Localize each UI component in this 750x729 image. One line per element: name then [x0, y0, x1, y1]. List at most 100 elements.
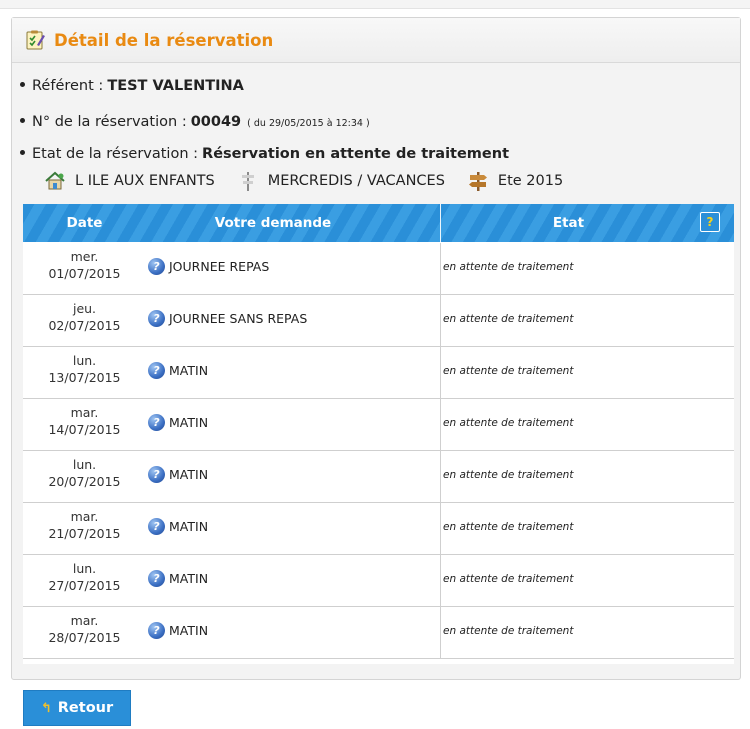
cell-date: mer. 01/07/2015: [23, 248, 146, 282]
bullet: [20, 150, 25, 155]
info-etat: Etat de la réservation : Réservation en …: [20, 146, 509, 162]
back-button-label: Retour: [57, 700, 114, 716]
info-question-icon[interactable]: ?: [148, 310, 165, 327]
date-label: 20/07/2015: [48, 474, 121, 489]
demande-label: MATIN: [169, 623, 209, 638]
header-demande: Votre demande: [214, 215, 332, 231]
header-etat: Etat: [552, 215, 585, 231]
day-label: mar.: [70, 405, 99, 420]
cell-date: lun. 13/07/2015: [23, 352, 146, 386]
cell-demande: ? MATIN: [148, 622, 208, 639]
date-label: 02/07/2015: [48, 318, 121, 333]
info-numero: N° de la réservation : 00049 ( du 29/05/…: [20, 114, 370, 130]
table-row: lun. 20/07/2015? MATIN en attente de traite…: [23, 451, 734, 503]
help-button[interactable]: ?: [700, 212, 720, 232]
column-separator: [440, 243, 441, 294]
column-separator: [440, 607, 441, 658]
demande-label: MATIN: [169, 467, 209, 482]
panel-title: Détail de la réservation: [54, 30, 274, 50]
info-question-icon[interactable]: ?: [148, 466, 165, 483]
cell-etat: en attente de traitement: [443, 313, 574, 325]
referent-value: TEST VALENTINA: [107, 78, 244, 94]
cell-etat: en attente de traitement: [443, 521, 574, 533]
referent-label: Référent :: [32, 78, 104, 94]
date-label: 21/07/2015: [48, 526, 121, 541]
table-row: lun. 27/07/2015? MATIN en attente de traite…: [23, 555, 734, 607]
numero-label: N° de la réservation :: [32, 114, 187, 130]
cell-date: mar. 14/07/2015: [23, 404, 146, 438]
back-button[interactable]: ↰ Retour: [23, 690, 131, 726]
cell-date: lun. 20/07/2015: [23, 456, 146, 490]
table-row: jeu. 02/07/2015? JOURNEE SANS REPAS en atte…: [23, 295, 734, 347]
info-question-icon[interactable]: ?: [148, 518, 165, 535]
day-label: lun.: [72, 353, 97, 368]
info-question-icon[interactable]: ?: [148, 362, 165, 379]
cell-demande: ? MATIN: [148, 362, 208, 379]
etat-label: Etat de la réservation :: [32, 146, 199, 162]
demande-label: JOURNEE SANS REPAS: [169, 311, 308, 326]
house-icon: [45, 171, 65, 190]
cell-demande: ? JOURNEE SANS REPAS: [148, 310, 307, 327]
header-date: Date: [66, 215, 103, 231]
info-question-icon[interactable]: ?: [148, 258, 165, 275]
day-label: mar.: [70, 613, 99, 628]
day-label: lun.: [72, 561, 97, 576]
day-label: mar.: [70, 509, 99, 524]
cell-etat: en attente de traitement: [443, 365, 574, 377]
demande-label: MATIN: [169, 415, 209, 430]
day-label: lun.: [72, 457, 97, 472]
demande-label: MATIN: [169, 363, 209, 378]
back-arrow-icon: ↰: [40, 700, 52, 716]
cell-etat: en attente de traitement: [443, 573, 574, 585]
cell-demande: ? JOURNEE REPAS: [148, 258, 269, 275]
column-separator: [440, 451, 441, 502]
cell-demande: ? MATIN: [148, 570, 208, 587]
date-label: 14/07/2015: [48, 422, 121, 437]
table-row: mar. 21/07/2015? MATIN en attente de traite…: [23, 503, 734, 555]
date-label: 28/07/2015: [48, 630, 121, 645]
table-row: lun. 13/07/2015? MATIN en attente de traite…: [23, 347, 734, 399]
day-label: mer.: [70, 249, 99, 264]
bullet: [20, 82, 25, 87]
cell-date: lun. 27/07/2015: [23, 560, 146, 594]
info-question-icon[interactable]: ?: [148, 570, 165, 587]
date-label: 13/07/2015: [48, 370, 121, 385]
cell-demande: ? MATIN: [148, 466, 208, 483]
table-row: mar. 28/07/2015? MATIN en attente de traite…: [23, 607, 734, 659]
structure-name: L ILE AUX ENFANTS: [75, 173, 215, 189]
cell-date: mar. 21/07/2015: [23, 508, 146, 542]
column-separator: [440, 295, 441, 346]
column-separator: [440, 555, 441, 606]
panel-header: Détail de la réservation: [12, 18, 740, 63]
demande-label: MATIN: [169, 571, 209, 586]
cell-etat: en attente de traitement: [443, 417, 574, 429]
cell-date: jeu. 02/07/2015: [23, 300, 146, 334]
info-question-icon[interactable]: ?: [148, 622, 165, 639]
cell-etat: en attente de traitement: [443, 469, 574, 481]
numero-value: 00049: [190, 114, 242, 130]
demande-label: MATIN: [169, 519, 209, 534]
signpost-icon: [241, 172, 254, 191]
column-separator: [440, 503, 441, 554]
cell-demande: ? MATIN: [148, 518, 208, 535]
cell-date: mar. 28/07/2015: [23, 612, 146, 646]
period-name: Ete 2015: [497, 173, 564, 189]
etat-value: Réservation en attente de traitement: [202, 146, 510, 162]
info-question-icon[interactable]: ?: [148, 414, 165, 431]
cell-etat: en attente de traitement: [443, 261, 574, 273]
direction-sign-icon: [468, 172, 487, 191]
table-header: Date Votre demande Etat ?: [23, 204, 734, 242]
column-separator: [440, 399, 441, 450]
reservation-table: Date Votre demande Etat ? mer. 01/07/2015…: [23, 204, 734, 664]
top-border: [0, 0, 750, 9]
day-label: jeu.: [72, 301, 97, 316]
column-separator: [440, 347, 441, 398]
table-row: mar. 14/07/2015? MATIN en attente de traite…: [23, 399, 734, 451]
bullet: [20, 118, 25, 123]
reservation-context: L ILE AUX ENFANTS MERCREDIS / VACANCES E…: [44, 168, 563, 194]
demande-label: JOURNEE REPAS: [169, 259, 270, 274]
activity-name: MERCREDIS / VACANCES: [267, 173, 445, 189]
numero-detail: ( du 29/05/2015 à 12:34 ): [247, 118, 370, 129]
cell-etat: en attente de traitement: [443, 625, 574, 637]
info-referent: Référent : TEST VALENTINA: [20, 78, 244, 94]
